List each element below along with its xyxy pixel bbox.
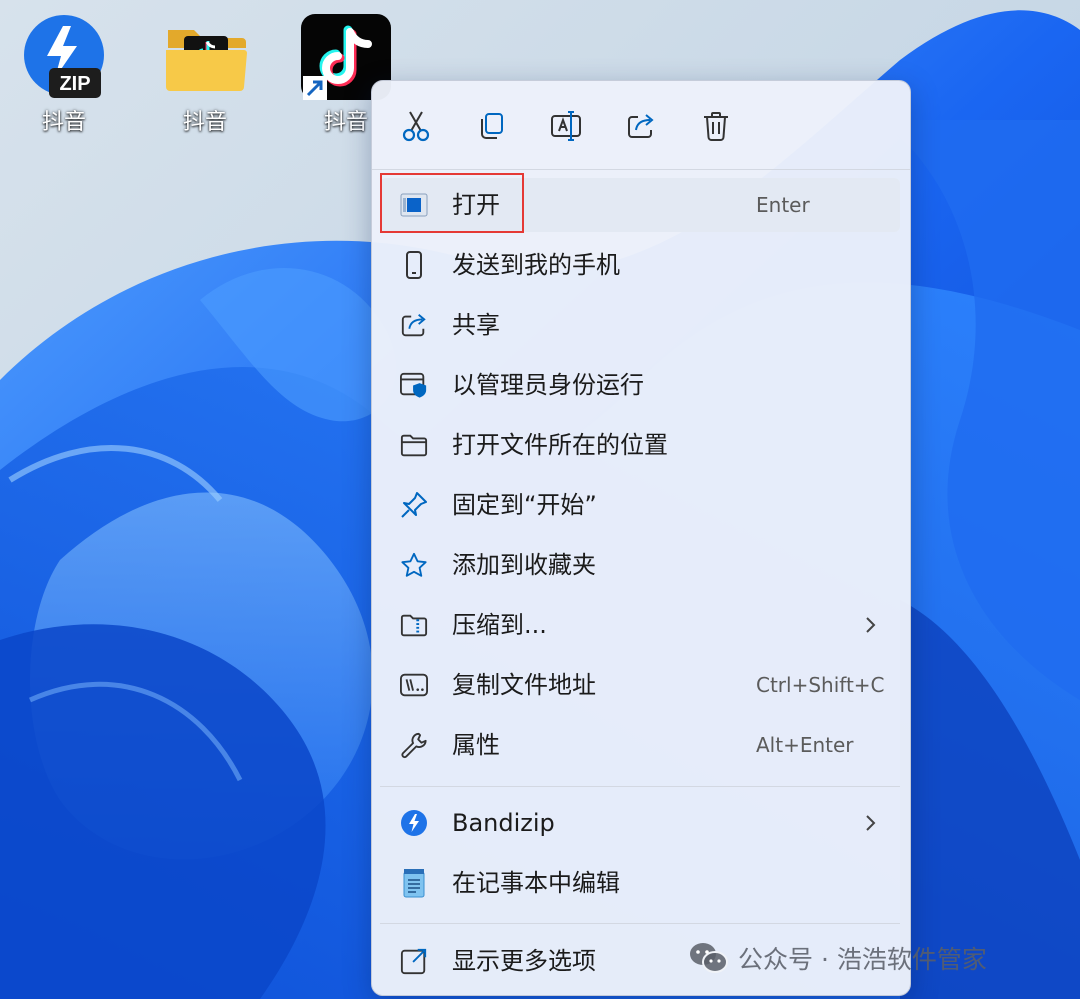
menu-item-label: 以管理员身份运行 [452,371,644,399]
menu-separator [380,923,900,924]
watermark: 公众号 · 浩浩软件管家 [688,938,987,978]
menu-item-label: 固定到“开始” [452,491,597,519]
desktop-icon-douyin-zip[interactable]: ZIP 抖音 [9,12,119,136]
phone-icon [400,251,428,279]
menu-item-label: 添加到收藏夹 [452,551,596,579]
context-menu-toolbar [372,81,910,170]
menu-item-label: 在记事本中编辑 [452,869,620,897]
share-button[interactable] [618,103,664,149]
chevron-right-icon [866,617,876,633]
copy-icon [481,113,503,139]
menu-item-copy-file-path[interactable]: 复制文件地址 Ctrl+Shift+C [380,658,900,712]
desktop-icon-label: 抖音 [182,110,227,135]
desktop-icon-douyin-folder[interactable]: 抖音 [150,12,260,136]
menu-item-shortcut: Enter [756,193,810,217]
menu-item-pin-to-start[interactable]: 固定到“开始” [380,478,900,532]
watermark-text: 公众号 · 浩浩软件管家 [738,945,987,974]
menu-item-label: 复制文件地址 [452,671,596,699]
desktop-icon-label: 抖音 [41,110,86,135]
menu-item-open-file-location[interactable]: 打开文件所在的位置 [380,418,900,472]
menu-item-compress-to[interactable]: 压缩到... [380,598,900,652]
folder-icon [160,12,250,102]
menu-item-label: 属性 [452,731,500,759]
more-options-icon [400,947,428,975]
delete-button[interactable] [693,103,739,149]
menu-item-shortcut: Ctrl+Shift+C [756,673,885,697]
menu-item-run-as-admin[interactable]: 以管理员身份运行 [380,358,900,412]
chevron-right-icon [866,815,876,831]
menu-item-label: 共享 [452,311,500,339]
menu-item-label: 打开文件所在的位置 [452,431,668,459]
menu-separator [380,786,900,787]
menu-item-properties[interactable]: 属性 Alt+Enter [380,718,900,772]
menu-item-add-to-favorites[interactable]: 添加到收藏夹 [380,538,900,592]
menu-item-label: 显示更多选项 [452,947,596,975]
cut-button[interactable] [393,103,439,149]
rename-icon [551,111,581,141]
wrench-icon [400,731,428,759]
menu-item-label: 打开 [452,191,500,219]
notepad-icon [400,869,428,898]
pin-icon [400,491,428,519]
zip-badge-text: ZIP [59,73,90,95]
share-icon [400,311,428,339]
wechat-icon [690,943,728,973]
rename-button[interactable] [543,103,589,149]
bandizip-archive-icon: ZIP [19,12,109,102]
cut-icon [402,111,430,142]
app-window-icon [400,191,428,219]
menu-item-open[interactable]: 打开 Enter [380,178,900,232]
star-icon [400,551,428,579]
shield-window-icon [400,371,428,399]
bandizip-icon [400,809,428,837]
folder-icon [400,431,428,459]
delete-icon [704,112,728,141]
menu-item-send-to-phone[interactable]: 发送到我的手机 [380,238,900,292]
menu-item-label: Bandizip [452,809,555,837]
context-menu: 打开 Enter 发送到我的手机 共享 以管理员身份运行 打开文件所在的位置 固… [371,80,911,996]
menu-item-label: 压缩到... [452,611,547,639]
menu-item-label: 发送到我的手机 [452,251,620,279]
share-icon [628,114,654,138]
menu-item-share[interactable]: 共享 [380,298,900,352]
zip-folder-icon [400,611,428,639]
path-copy-icon [400,671,428,699]
copy-button[interactable] [468,103,514,149]
menu-item-edit-in-notepad[interactable]: 在记事本中编辑 [380,856,900,910]
menu-item-shortcut: Alt+Enter [756,733,854,757]
menu-item-bandizip[interactable]: Bandizip [380,796,900,850]
